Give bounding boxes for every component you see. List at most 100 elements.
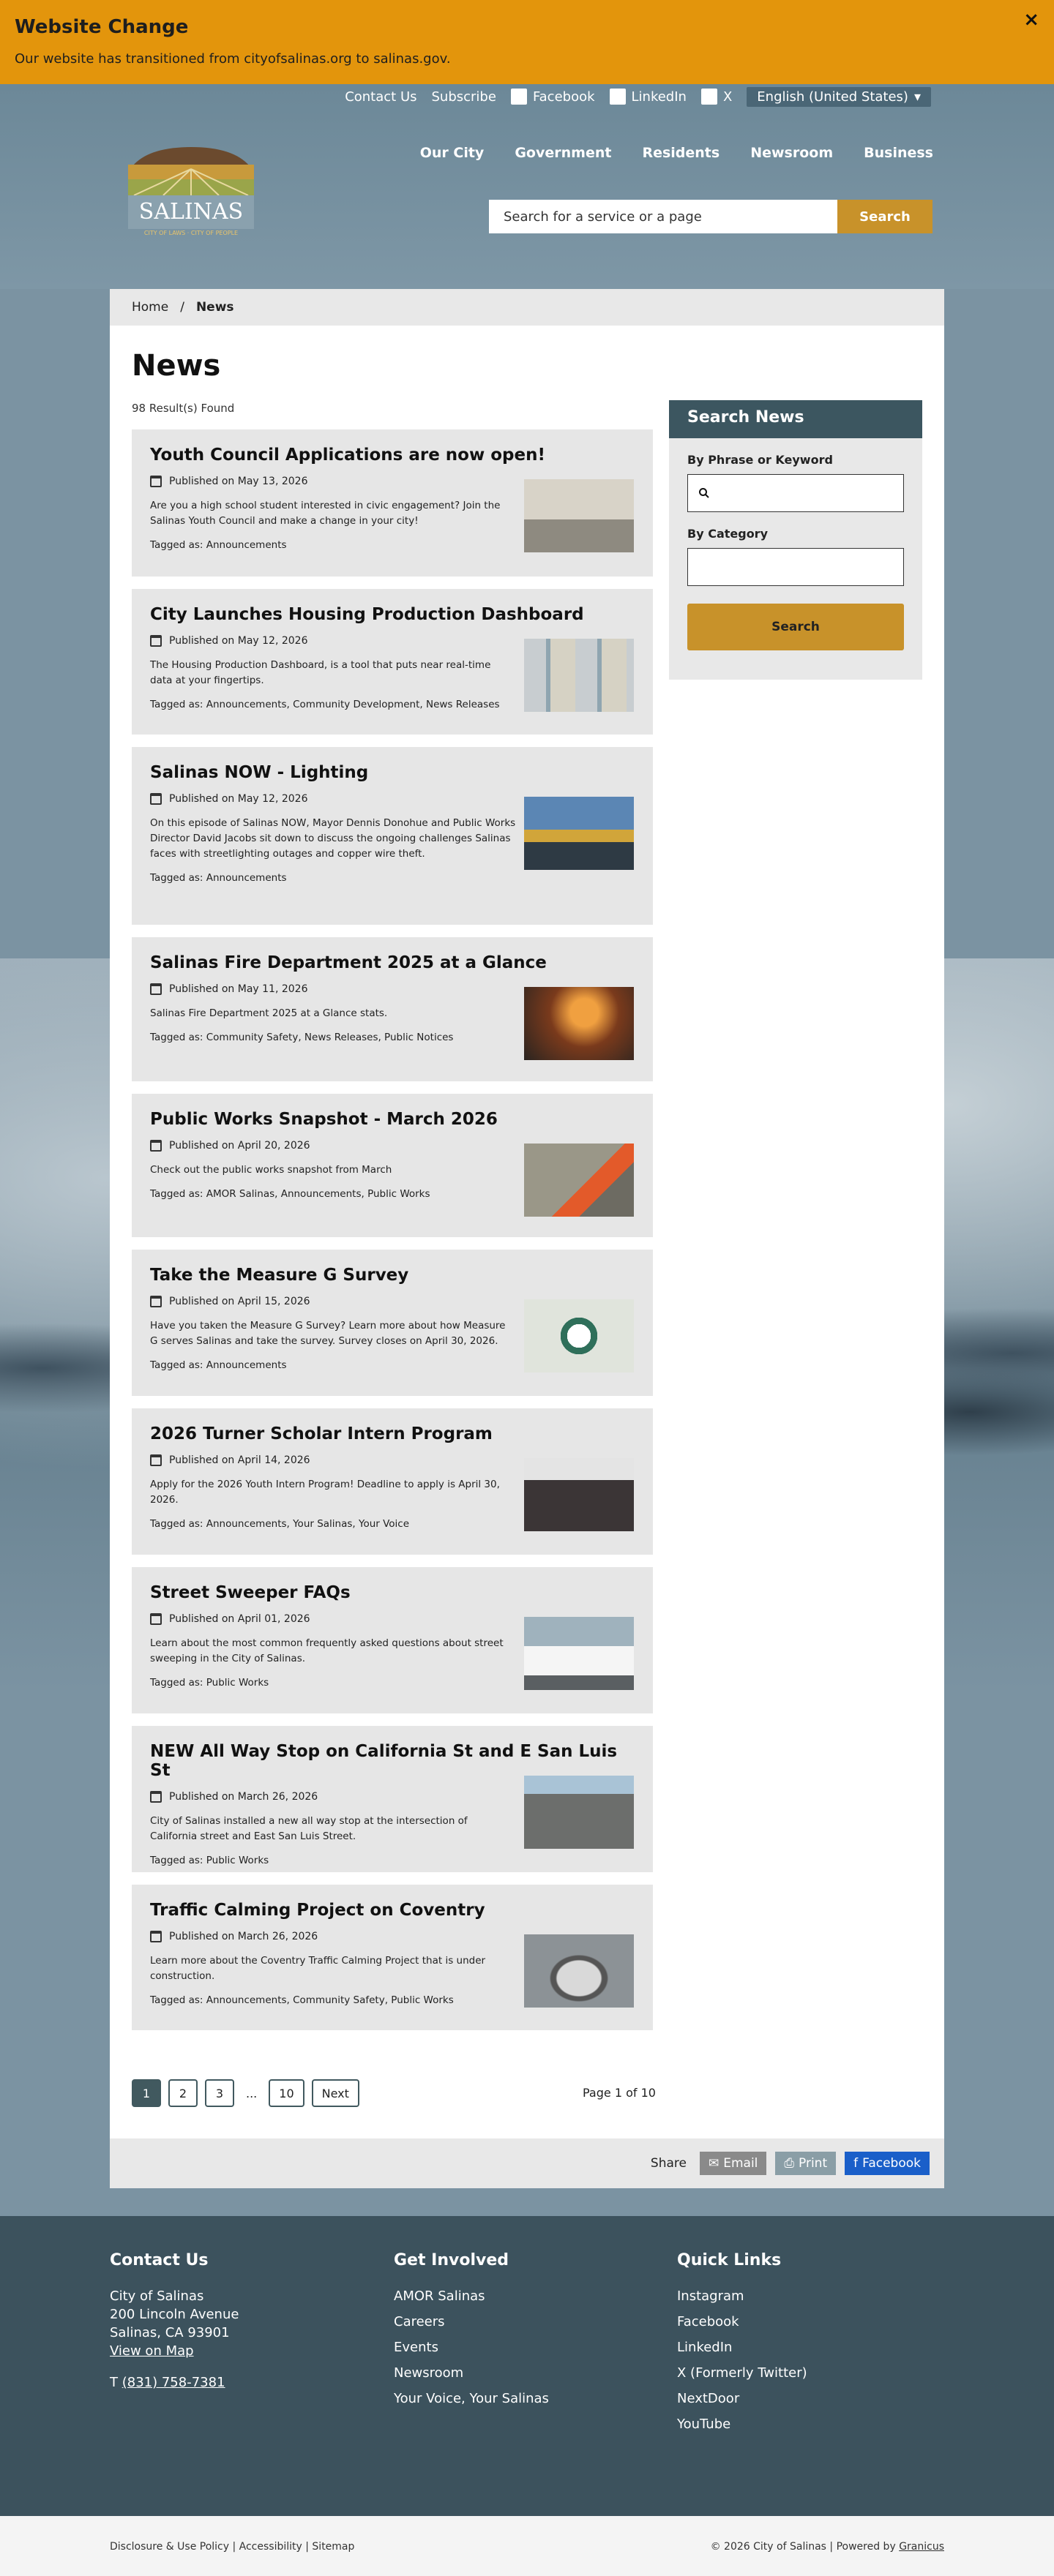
pagination-ellipsis: ... [246, 2086, 258, 2100]
footer-link-events[interactable]: Events [394, 2340, 549, 2355]
footer-link-amor[interactable]: AMOR Salinas [394, 2288, 549, 2304]
news-thumbnail[interactable] [524, 1617, 634, 1690]
news-thumbnail[interactable] [524, 1299, 634, 1373]
news-date-text: Published on April 14, 2026 [169, 1454, 310, 1466]
page-title: News [132, 349, 221, 383]
main-navigation: Our City Government Residents Newsroom B… [420, 145, 933, 161]
legal-links[interactable]: Disclosure & Use Policy | Accessibility … [110, 2541, 354, 2553]
footer-link-x[interactable]: X (Formerly Twitter) [677, 2365, 807, 2381]
news-title[interactable]: NEW All Way Stop on California St and E … [150, 1742, 634, 1780]
search-news-button[interactable]: Search [687, 604, 904, 650]
news-title[interactable]: City Launches Housing Production Dashboa… [150, 605, 634, 624]
search-news-sidebar: Search News By Phrase or Keyword By Cate… [669, 400, 922, 680]
site-search-button[interactable]: Search [837, 200, 932, 233]
news-card[interactable]: Salinas NOW - Lighting Published on May … [132, 747, 653, 925]
news-card[interactable]: Take the Measure G Survey Published on A… [132, 1250, 653, 1396]
category-select[interactable] [687, 548, 904, 586]
linkedin-label: LinkedIn [631, 89, 687, 105]
nav-business[interactable]: Business [864, 145, 933, 161]
footer-involved-title: Get Involved [394, 2251, 509, 2269]
news-thumbnail[interactable] [524, 797, 634, 870]
pagination: 1 2 3 ... 10 Next [132, 2079, 359, 2107]
share-facebook-label: Facebook [862, 2156, 921, 2171]
calendar-icon [150, 983, 162, 995]
page-1-button[interactable]: 1 [132, 2079, 161, 2107]
news-thumbnail[interactable] [524, 479, 634, 552]
footer-link-careers[interactable]: Careers [394, 2314, 549, 2329]
salinas-logo[interactable]: SALINAS CITY OF LAWS · CITY OF PEOPLE [119, 144, 263, 238]
news-card[interactable]: Youth Council Applications are now open!… [132, 429, 653, 577]
footer-quick-title: Quick Links [677, 2251, 782, 2269]
utility-nav: Contact Us Subscribe f Facebook in LinkedI… [345, 86, 931, 108]
granicus-link[interactable]: Granicus [899, 2541, 944, 2553]
footer-link-youtube[interactable]: YouTube [677, 2417, 807, 2432]
share-facebook-button[interactable]: f Facebook [845, 2152, 930, 2175]
news-card[interactable]: Salinas Fire Department 2025 at a Glance… [132, 937, 653, 1081]
news-card[interactable]: Street Sweeper FAQs Published on April 0… [132, 1567, 653, 1713]
news-title[interactable]: Street Sweeper FAQs [150, 1583, 634, 1602]
news-thumbnail[interactable] [524, 1934, 634, 2008]
calendar-icon [150, 1613, 162, 1625]
nav-residents[interactable]: Residents [642, 145, 720, 161]
footer-link-instagram[interactable]: Instagram [677, 2288, 807, 2304]
facebook-icon: f [853, 2156, 859, 2171]
news-title[interactable]: Take the Measure G Survey [150, 1266, 634, 1285]
news-date-text: Published on March 26, 2026 [169, 1931, 318, 1942]
contact-us-link[interactable]: Contact Us [345, 89, 416, 105]
footer-link-linkedin[interactable]: LinkedIn [677, 2340, 807, 2355]
alert-message: Our website has transitioned from cityof… [15, 51, 451, 67]
share-print-button[interactable]: ⎙ Print [775, 2152, 837, 2175]
nav-newsroom[interactable]: Newsroom [750, 145, 833, 161]
news-date-text: Published on May 13, 2026 [169, 476, 308, 487]
footer-link-newsroom[interactable]: Newsroom [394, 2365, 549, 2381]
news-description: Have you taken the Measure G Survey? Lea… [150, 1320, 506, 1347]
language-select[interactable]: English (United States) ▾ [747, 86, 931, 107]
footer-link-your-voice[interactable]: Your Voice, Your Salinas [394, 2391, 549, 2406]
next-page-button[interactable]: Next [311, 2079, 359, 2107]
page-10-button[interactable]: 10 [269, 2079, 304, 2107]
nav-government[interactable]: Government [515, 145, 611, 161]
news-title[interactable]: Salinas NOW - Lighting [150, 763, 634, 782]
news-card[interactable]: NEW All Way Stop on California St and E … [132, 1726, 653, 1872]
search-news-title: Search News [669, 400, 922, 438]
news-card[interactable]: Traffic Calming Project on Coventry Publ… [132, 1885, 653, 2030]
alert-close-button[interactable]: × [1023, 9, 1039, 31]
page-3-button[interactable]: 3 [205, 2079, 234, 2107]
breadcrumb-home[interactable]: Home [132, 300, 168, 315]
share-print-label: Print [799, 2156, 828, 2171]
chevron-down-icon: ▾ [913, 89, 921, 105]
address-line: 200 Lincoln Avenue [110, 2307, 239, 2322]
phone-link[interactable]: (831) 758-7381 [122, 2375, 225, 2390]
news-title[interactable]: Salinas Fire Department 2025 at a Glance [150, 953, 634, 972]
news-title[interactable]: 2026 Turner Scholar Intern Program [150, 1424, 634, 1443]
share-email-button[interactable]: ✉ Email [699, 2152, 767, 2175]
x-link[interactable]: 𝕏X [700, 89, 732, 105]
news-thumbnail[interactable] [524, 639, 634, 712]
print-icon: ⎙ [784, 2156, 794, 2171]
calendar-icon [150, 1791, 162, 1803]
news-card[interactable]: Public Works Snapshot - March 2026 Publi… [132, 1094, 653, 1237]
legal-bar: Disclosure & Use Policy | Accessibility … [0, 2516, 1054, 2576]
news-title[interactable]: Youth Council Applications are now open! [150, 446, 634, 465]
site-footer: Contact Us City of Salinas 200 Lincoln A… [0, 2216, 1054, 2516]
news-thumbnail[interactable] [524, 987, 634, 1060]
news-card[interactable]: City Launches Housing Production Dashboa… [132, 589, 653, 735]
news-thumbnail[interactable] [524, 1776, 634, 1849]
nav-our-city[interactable]: Our City [420, 145, 485, 161]
footer-link-nextdoor[interactable]: NextDoor [677, 2391, 807, 2406]
subscribe-link[interactable]: Subscribe [432, 89, 496, 105]
page-2-button[interactable]: 2 [168, 2079, 198, 2107]
view-on-map-link[interactable]: View on Map [110, 2343, 194, 2359]
facebook-link[interactable]: f Facebook [510, 89, 595, 105]
news-thumbnail[interactable] [524, 1144, 634, 1217]
news-title[interactable]: Public Works Snapshot - March 2026 [150, 1110, 634, 1129]
site-search-input[interactable] [489, 200, 837, 233]
news-title[interactable]: Traffic Calming Project on Coventry [150, 1901, 634, 1920]
footer-link-facebook[interactable]: Facebook [677, 2314, 807, 2329]
footer-get-involved: Get Involved AMOR Salinas Careers Events… [394, 2251, 549, 2417]
linkedin-link[interactable]: in LinkedIn [609, 89, 687, 105]
news-thumbnail[interactable] [524, 1458, 634, 1531]
keyword-input[interactable] [687, 474, 904, 512]
news-card[interactable]: 2026 Turner Scholar Intern Program Publi… [132, 1408, 653, 1555]
share-bar: Share ✉ Email ⎙ Print f Facebook [110, 2138, 944, 2188]
